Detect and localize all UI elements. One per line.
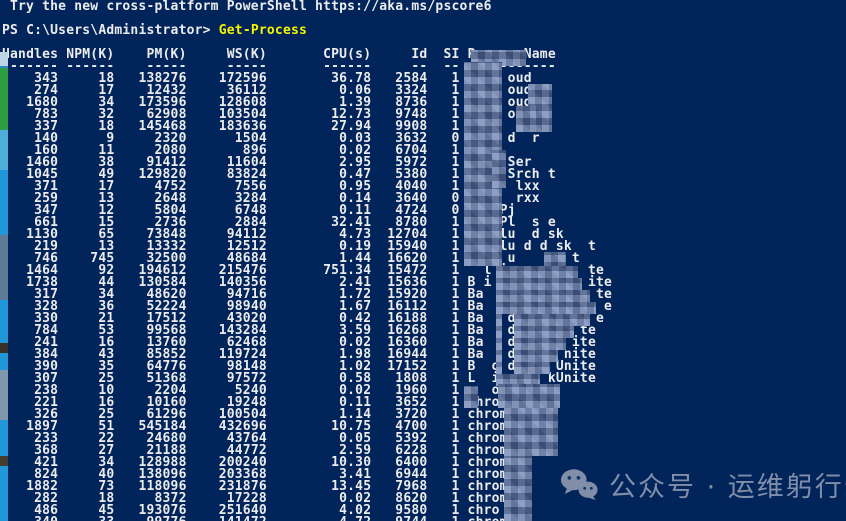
wechat-icon [560, 468, 598, 501]
desktop-icon-fragment-green [0, 68, 8, 130]
prompt-command: Get-Process [219, 23, 307, 38]
process-row: 340 33 99776 141472 4.72 9744 1 chrom [2, 517, 846, 521]
powershell-window[interactable]: Try the new cross-platform PowerShell ht… [0, 0, 846, 521]
prompt-line: PS C:\Users\Administrator> Get-Process [2, 25, 846, 37]
desktop-edge-sliver [0, 52, 8, 521]
prompt-path: PS C:\Users\Administrator> [2, 23, 219, 38]
desktop-icon-fragment-lightblue [0, 130, 8, 170]
desktop-icon-fragment-white [0, 370, 8, 420]
desktop-icon-fragment-dark2 [0, 456, 8, 466]
process-table: Handles NPM(K) PM(K) WS(K) CPU(s) Id SI … [2, 49, 846, 521]
desktop-icon-fragment-dark1 [0, 343, 8, 353]
banner-line: Try the new cross-platform PowerShell ht… [2, 1, 846, 13]
watermark-label: 公众号 · 运维躬行录 [609, 465, 846, 504]
watermark: 公众号 · 运维躬行录 [560, 465, 846, 504]
powershell-screenshot: Try the new cross-platform PowerShell ht… [0, 0, 846, 521]
desktop-icon-fragment-slate [0, 235, 8, 300]
